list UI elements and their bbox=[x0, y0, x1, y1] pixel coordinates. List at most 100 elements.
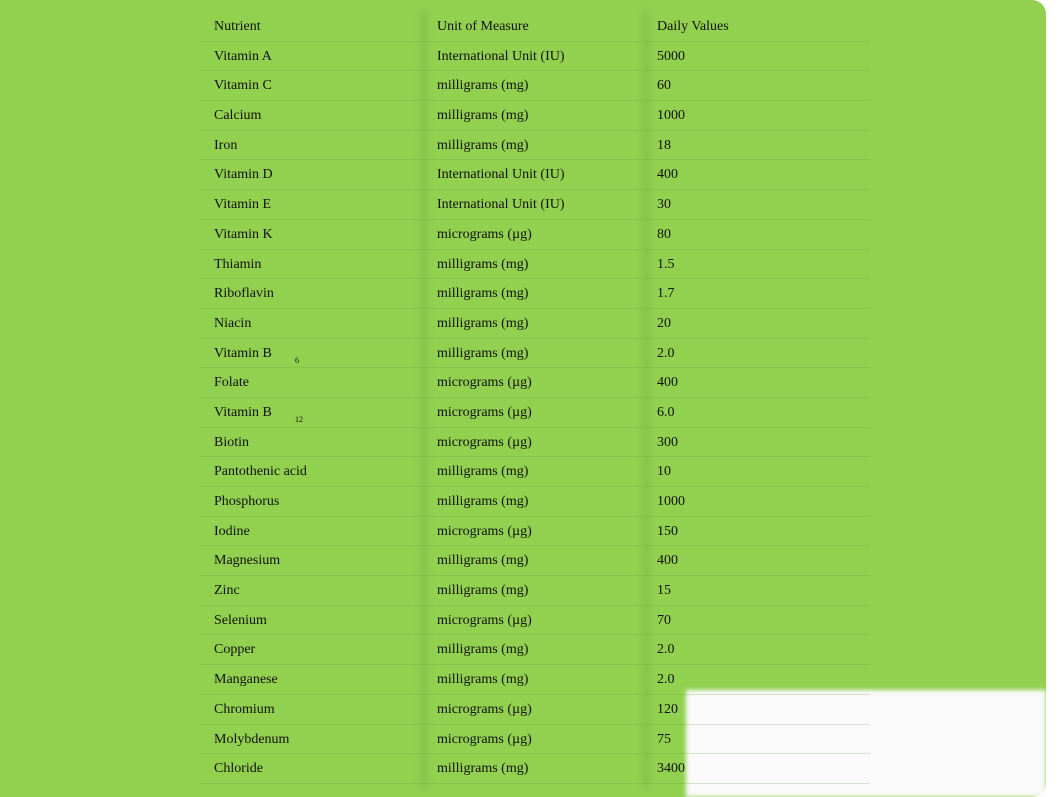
nutrient-name: Calcium bbox=[214, 108, 262, 124]
nutrient-name: Riboflavin bbox=[214, 286, 274, 302]
nutrient-name: Vitamin A bbox=[214, 48, 272, 64]
daily-value: 1000 bbox=[657, 494, 685, 509]
daily-value: 75 bbox=[657, 731, 671, 747]
table-row: Selenium micrograms (µg) 70 bbox=[200, 606, 870, 636]
nutrient-name: Iodine bbox=[214, 523, 250, 539]
nutrient-name: Manganese bbox=[214, 672, 278, 688]
unit-of-measure: micrograms (µg) bbox=[437, 701, 532, 717]
unit-of-measure: milligrams (mg) bbox=[437, 108, 529, 124]
table-row: Vitamin K micrograms (µg) 80 bbox=[200, 220, 870, 250]
nutrient-name: Thiamin bbox=[214, 256, 262, 272]
nutrient-name: Vitamin B 12 bbox=[214, 398, 303, 428]
table-row: Vitamin B 12 micrograms (µg) 6.0 bbox=[200, 398, 870, 428]
unit-of-measure: micrograms (µg) bbox=[437, 226, 532, 242]
table-row: Vitamin D International Unit (IU) 400 bbox=[200, 160, 870, 190]
daily-value: 400 bbox=[657, 553, 678, 569]
nutrient-name: Vitamin D bbox=[214, 167, 273, 183]
nutrient-name: Molybdenum bbox=[214, 731, 290, 747]
nutrient-name: Biotin bbox=[214, 434, 250, 450]
table-row: Molybdenum micrograms (µg) 75 bbox=[200, 725, 870, 755]
table-row: Chromium micrograms (µg) 120 bbox=[200, 695, 870, 725]
nutrient-name: Selenium bbox=[214, 612, 267, 628]
unit-of-measure: micrograms (µg) bbox=[437, 375, 532, 391]
unit-of-measure: International Unit (IU) bbox=[437, 167, 565, 183]
nutrient-name: Chloride bbox=[214, 761, 263, 777]
unit-of-measure: milligrams (mg) bbox=[437, 583, 529, 599]
daily-value: 2.0 bbox=[657, 642, 675, 658]
nutrient-name: Vitamin C bbox=[214, 78, 272, 94]
daily-value: 3400 bbox=[657, 761, 685, 777]
nutrient-name: Phosphorus bbox=[214, 494, 280, 509]
daily-value: 30 bbox=[657, 197, 671, 213]
document-page: Nutrient Unit of Measure Daily Values Vi… bbox=[0, 0, 1046, 797]
unit-of-measure: milligrams (mg) bbox=[437, 642, 529, 658]
header-nutrient: Nutrient bbox=[214, 19, 261, 34]
header-daily-values: Daily Values bbox=[657, 19, 729, 34]
daily-value: 120 bbox=[657, 701, 678, 717]
daily-value: 15 bbox=[657, 583, 671, 599]
table-row: Pantothenic acid milligrams (mg) 10 bbox=[200, 457, 870, 487]
nutrient-table: Nutrient Unit of Measure Daily Values Vi… bbox=[200, 12, 870, 784]
daily-value: 20 bbox=[657, 315, 671, 331]
table-row: Magnesium milligrams (mg) 400 bbox=[200, 546, 870, 576]
table-row: Calcium milligrams (mg) 1000 bbox=[200, 101, 870, 131]
nutrient-name: Pantothenic acid bbox=[214, 464, 307, 480]
unit-of-measure: micrograms (µg) bbox=[437, 404, 532, 420]
unit-of-measure: milligrams (mg) bbox=[437, 494, 529, 509]
daily-value: 5000 bbox=[657, 48, 685, 64]
table-row: Manganese milligrams (mg) 2.0 bbox=[200, 665, 870, 695]
nutrient-name: Iron bbox=[214, 137, 238, 153]
table-row: Biotin micrograms (µg) 300 bbox=[200, 428, 870, 458]
table-row: Thiamin milligrams (mg) 1.5 bbox=[200, 250, 870, 280]
table-row: Vitamin B 6 milligrams (mg) 2.0 bbox=[200, 339, 870, 369]
unit-of-measure: milligrams (mg) bbox=[437, 78, 529, 94]
unit-of-measure: milligrams (mg) bbox=[437, 315, 529, 331]
table-row: Vitamin E International Unit (IU) 30 bbox=[200, 190, 870, 220]
unit-of-measure: International Unit (IU) bbox=[437, 197, 565, 213]
nutrient-name: Vitamin K bbox=[214, 226, 273, 242]
unit-of-measure: milligrams (mg) bbox=[437, 553, 529, 569]
table-row: Iron milligrams (mg) 18 bbox=[200, 131, 870, 161]
nutrient-name: Copper bbox=[214, 642, 256, 658]
daily-value: 150 bbox=[657, 523, 678, 539]
daily-value: 6.0 bbox=[657, 404, 675, 420]
unit-of-measure: milligrams (mg) bbox=[437, 761, 529, 777]
unit-of-measure: milligrams (mg) bbox=[437, 256, 529, 272]
header-unit: Unit of Measure bbox=[437, 19, 529, 34]
daily-value: 400 bbox=[657, 167, 678, 183]
nutrient-name: Vitamin B6 bbox=[214, 339, 299, 369]
daily-value: 1.7 bbox=[657, 286, 675, 302]
table-row: Folate micrograms (µg) 400 bbox=[200, 368, 870, 398]
table-row: Zinc milligrams (mg) 15 bbox=[200, 576, 870, 606]
unit-of-measure: milligrams (mg) bbox=[437, 464, 529, 480]
unit-of-measure: micrograms (µg) bbox=[437, 731, 532, 747]
unit-of-measure: International Unit (IU) bbox=[437, 48, 565, 64]
daily-value: 18 bbox=[657, 137, 671, 153]
daily-value: 60 bbox=[657, 78, 671, 94]
nutrient-name: Vitamin E bbox=[214, 197, 272, 213]
unit-of-measure: milligrams (mg) bbox=[437, 672, 529, 688]
nutrient-name: Zinc bbox=[214, 583, 240, 599]
table-row: Iodine micrograms (µg) 150 bbox=[200, 517, 870, 547]
daily-value: 1.5 bbox=[657, 256, 675, 272]
table-row: Riboflavin milligrams (mg) 1.7 bbox=[200, 279, 870, 309]
unit-of-measure: micrograms (µg) bbox=[437, 523, 532, 539]
daily-value: 10 bbox=[657, 464, 671, 480]
table-row: Chloride milligrams (mg) 3400 bbox=[200, 754, 870, 784]
table-row: Vitamin C milligrams (mg) 60 bbox=[200, 71, 870, 101]
daily-value: 2.0 bbox=[657, 345, 675, 361]
daily-value: 80 bbox=[657, 226, 671, 242]
nutrient-name: Magnesium bbox=[214, 553, 281, 569]
unit-of-measure: milligrams (mg) bbox=[437, 345, 529, 361]
table-row: Phosphorus milligrams (mg) 1000 bbox=[200, 487, 870, 517]
daily-value: 1000 bbox=[657, 108, 685, 124]
unit-of-measure: micrograms (µg) bbox=[437, 612, 532, 628]
daily-value: 2.0 bbox=[657, 672, 675, 688]
unit-of-measure: milligrams (mg) bbox=[437, 286, 529, 302]
daily-value: 70 bbox=[657, 612, 671, 628]
table-row: Niacin milligrams (mg) 20 bbox=[200, 309, 870, 339]
nutrient-name: Folate bbox=[214, 375, 249, 391]
daily-value: 400 bbox=[657, 375, 678, 391]
unit-of-measure: micrograms (µg) bbox=[437, 434, 532, 450]
daily-value: 300 bbox=[657, 434, 678, 450]
